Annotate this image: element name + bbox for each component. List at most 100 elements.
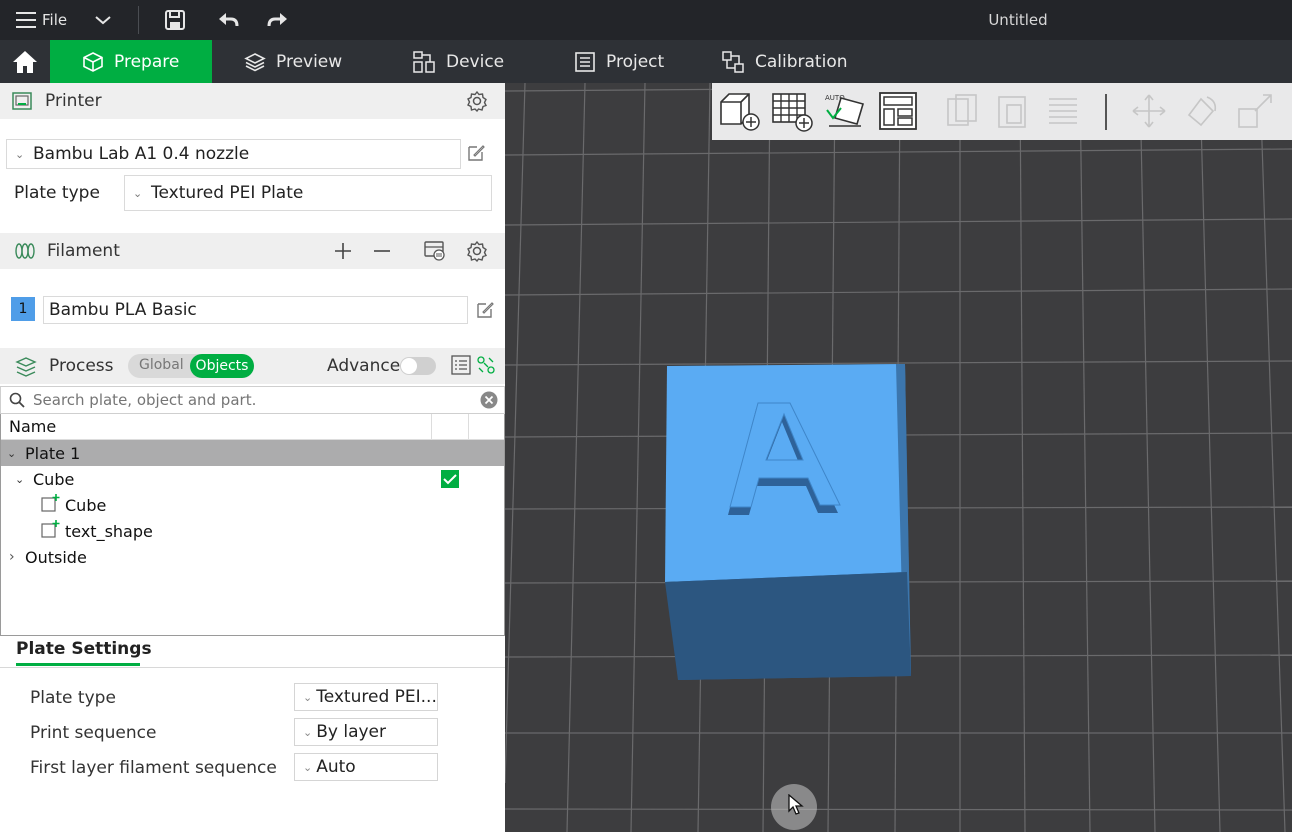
move-tool-button — [1126, 88, 1172, 134]
redo-button[interactable] — [266, 0, 290, 40]
auto-orient-button[interactable]: AUTO — [822, 88, 868, 134]
ps-plate-type-label: Plate type — [30, 688, 116, 708]
cube-model[interactable] — [660, 358, 920, 688]
tree-plate-row[interactable]: ⌄ Plate 1 — [1, 440, 504, 466]
filament-settings-gear-icon[interactable] — [466, 240, 488, 262]
tab-calibration[interactable]: Calibration — [721, 40, 848, 83]
remove-filament-minus-icon[interactable] — [372, 241, 392, 261]
move-icon — [1132, 94, 1166, 128]
chevron-down-icon: ⌄ — [15, 147, 25, 161]
add-filament-plus-icon[interactable] — [333, 241, 353, 261]
copy-icon — [947, 94, 977, 126]
tab-prepare[interactable]: Prepare — [50, 40, 212, 83]
clear-search-icon[interactable] — [480, 391, 498, 409]
tree-header-name: Name — [9, 417, 57, 436]
process-section-header: Process Global Objects Advance — [0, 348, 505, 384]
toggle-global-label[interactable]: Global — [139, 357, 184, 373]
arrange-layout-button[interactable] — [875, 88, 921, 134]
undo-button[interactable] — [216, 0, 240, 40]
save-icon — [165, 10, 185, 30]
part-add-icon — [41, 493, 61, 517]
tree-object-label: Cube — [33, 469, 75, 489]
plate-settings-tab-indicator — [16, 663, 140, 666]
ps-print-sequence-value: By layer — [316, 722, 386, 742]
plate-type-select[interactable]: ⌄ Textured PEI Plate — [124, 175, 492, 211]
titlebar-separator — [138, 6, 139, 34]
part-add-icon — [41, 519, 61, 543]
arrange-layout-icon — [879, 92, 917, 130]
ps-plate-type-select[interactable]: ⌄ Textured PEI... — [294, 683, 438, 711]
tree-column-divider — [468, 414, 469, 440]
advance-switch-knob — [401, 358, 417, 374]
printer-settings-gear-icon[interactable] — [466, 90, 488, 112]
checkmark-icon — [443, 474, 457, 485]
printer-icon — [12, 92, 32, 110]
advance-switch[interactable] — [400, 357, 436, 375]
plate-settings-divider — [0, 667, 505, 668]
printer-section-header: Printer — [0, 83, 505, 119]
chevron-down-icon: ⌄ — [133, 186, 143, 200]
cube-outline-icon — [83, 51, 103, 72]
add-object-button[interactable] — [716, 88, 762, 134]
tree-part-row[interactable]: text_shape — [1, 518, 504, 544]
filament-spool-icon — [14, 242, 36, 260]
chevron-right-icon[interactable]: › — [9, 549, 21, 565]
tree-object-row[interactable]: ⌄ Cube — [1, 466, 504, 492]
tab-preview[interactable]: Preview — [244, 40, 342, 83]
tab-device-label: Device — [446, 51, 505, 72]
scale-icon — [1238, 94, 1272, 128]
file-menu[interactable]: File — [16, 0, 67, 40]
plate-type-label: Plate type — [14, 183, 100, 203]
object-search-bar — [0, 386, 505, 414]
paste-icon — [998, 96, 1026, 128]
tab-device[interactable]: Device — [412, 40, 504, 83]
plate-settings-tab[interactable]: Plate Settings — [16, 639, 152, 659]
window-title: Untitled — [988, 11, 1048, 29]
file-menu-label: File — [42, 11, 68, 29]
process-list-icon[interactable] — [451, 355, 471, 375]
3d-viewport[interactable] — [505, 83, 1292, 832]
ps-first-layer-label: First layer filament sequence — [30, 758, 277, 778]
printer-select[interactable]: ⌄ Bambu Lab A1 0.4 nozzle — [6, 139, 461, 169]
global-objects-toggle[interactable]: Global Objects — [128, 354, 254, 378]
search-input[interactable] — [33, 391, 480, 409]
chevron-down-icon[interactable] — [94, 0, 112, 40]
edit-filament-icon[interactable] — [475, 300, 495, 320]
object-tree: Name ⌄ Plate 1 ⌄ Cube Cube text_shape › … — [0, 414, 505, 636]
chevron-down-icon: ⌄ — [303, 760, 313, 774]
ps-first-layer-select[interactable]: ⌄ Auto — [294, 753, 438, 781]
process-layers-icon — [15, 357, 37, 377]
undo-icon — [219, 13, 239, 27]
redo-icon — [267, 13, 287, 27]
rotate-icon — [1187, 96, 1217, 127]
tab-preview-label: Preview — [276, 51, 343, 72]
object-visible-checkbox[interactable] — [441, 470, 459, 488]
toggle-objects-label[interactable]: Objects — [190, 354, 254, 378]
tab-project-label: Project — [606, 51, 665, 72]
process-compare-icon[interactable] — [476, 355, 496, 375]
sync-filament-icon[interactable] — [423, 240, 447, 262]
save-button[interactable] — [164, 0, 186, 40]
filament-select[interactable]: Bambu PLA Basic — [43, 296, 468, 324]
home-icon — [12, 50, 37, 73]
home-button[interactable] — [0, 40, 49, 83]
project-icon — [575, 51, 595, 72]
ps-print-sequence-label: Print sequence — [30, 723, 157, 743]
viewport-toolbar: AUTO — [712, 83, 1292, 140]
add-plate-button[interactable] — [769, 88, 815, 134]
tree-plate-label: Plate 1 — [25, 443, 81, 463]
tree-outside-row[interactable]: › Outside — [1, 544, 504, 570]
filament-color-swatch[interactable]: 1 — [11, 297, 35, 321]
copy-button — [939, 88, 985, 134]
tree-part-row[interactable]: Cube — [1, 492, 504, 518]
chevron-down-icon[interactable]: ⌄ — [7, 447, 21, 460]
ps-print-sequence-select[interactable]: ⌄ By layer — [294, 718, 438, 746]
tab-project[interactable]: Project — [574, 40, 664, 83]
chevron-down-icon[interactable]: ⌄ — [15, 473, 29, 486]
filament-section-header: Filament — [0, 233, 505, 269]
edit-printer-icon[interactable] — [466, 143, 486, 163]
title-bar: File Untitled — [0, 0, 1292, 40]
advance-label: Advance — [327, 356, 401, 376]
printer-select-value: Bambu Lab A1 0.4 nozzle — [33, 144, 250, 164]
tree-part-label: text_shape — [65, 521, 153, 541]
